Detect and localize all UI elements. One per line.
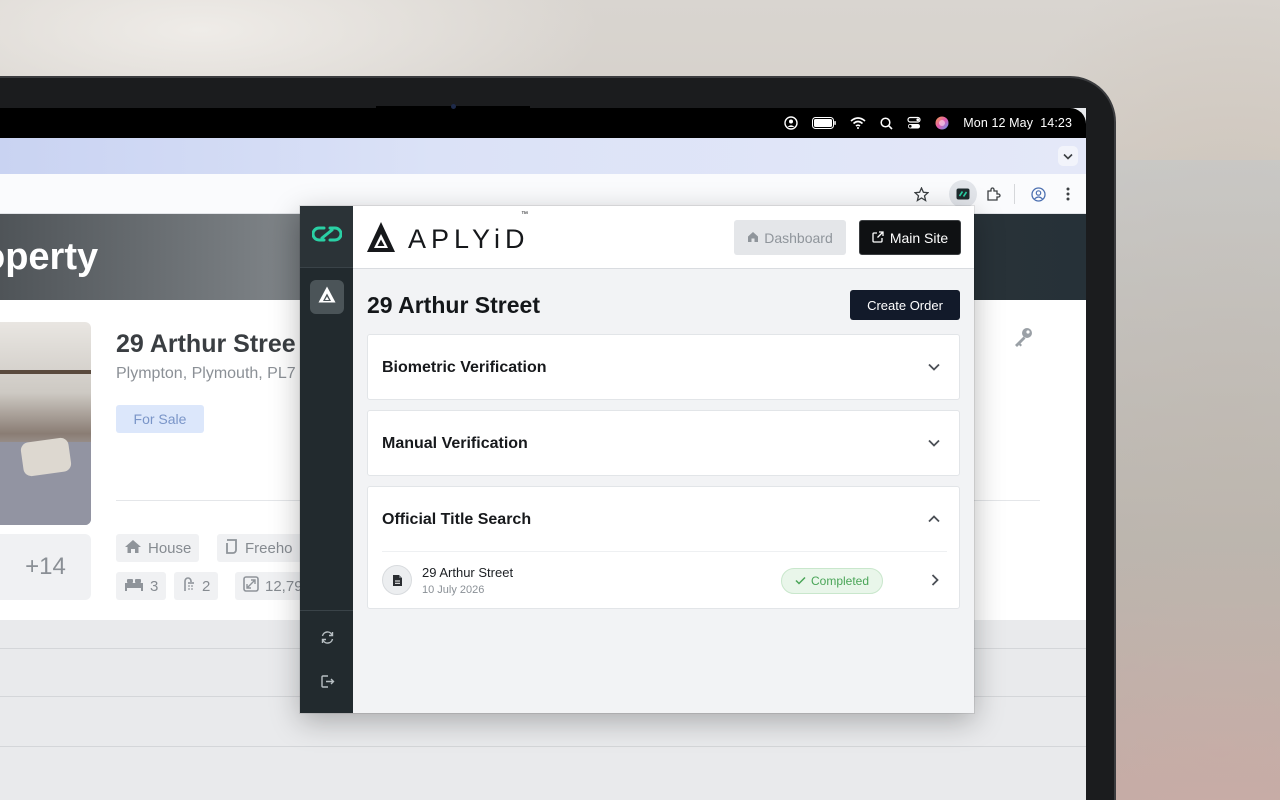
- site-property-title: 29 Arthur Stree: [116, 330, 296, 358]
- site-property-address: Plympton, Plymouth, PL7: [116, 365, 296, 382]
- chevron-down-icon: [927, 436, 941, 450]
- camera-notch: [376, 106, 530, 134]
- status-label: Completed: [810, 574, 870, 588]
- siri-icon[interactable]: [935, 116, 949, 130]
- more-menu-icon[interactable]: [1058, 184, 1078, 204]
- scroll-document-icon: [225, 538, 239, 558]
- chip-area-label: 12,79: [265, 577, 303, 595]
- main-site-button[interactable]: Main Site: [859, 220, 961, 255]
- shower-icon: [182, 576, 196, 596]
- for-sale-badge: For Sale: [116, 405, 204, 433]
- rail-logout-button[interactable]: [310, 667, 344, 701]
- create-order-button[interactable]: Create Order: [850, 290, 960, 320]
- logo-trademark: ™: [521, 211, 528, 218]
- tab-search-menu[interactable]: [1058, 146, 1078, 166]
- section-biometric-verification[interactable]: Biometric Verification: [367, 334, 960, 400]
- rail-divider: [300, 610, 353, 611]
- section-title: Manual Verification: [382, 435, 528, 452]
- rail-home-button[interactable]: [310, 280, 344, 314]
- section-official-title-search: Official Title Search 29 Arthur Street 1…: [367, 486, 960, 609]
- toolbar-divider: [1014, 184, 1015, 204]
- section-title[interactable]: Official Title Search: [382, 511, 531, 529]
- home-icon: [747, 230, 759, 246]
- dashboard-button[interactable]: Dashboard: [734, 220, 846, 255]
- list-item-date: 10 July 2026: [422, 584, 485, 596]
- camera-dot: [451, 104, 456, 109]
- chevron-down-icon: [927, 360, 941, 374]
- menubar-clock[interactable]: Mon 12 May 14:23: [963, 116, 1072, 130]
- chip-bathrooms: 2: [174, 572, 219, 600]
- chip-tenure: Freeho: [217, 534, 301, 562]
- more-photos-button[interactable]: +14: [0, 534, 91, 600]
- chip-area: 12,79: [235, 572, 303, 600]
- wifi-icon[interactable]: [850, 117, 866, 129]
- extensions-puzzle-icon[interactable]: [983, 184, 1003, 204]
- popup-main-panel: APLYiD ™ Dashboard Main Site 29 Arthur S…: [353, 206, 974, 713]
- popup-side-rail: [300, 206, 353, 713]
- aplyid-extension-icon[interactable]: [949, 180, 977, 208]
- main-site-button-label: Main Site: [889, 229, 949, 246]
- status-badge-completed: Completed: [781, 568, 883, 594]
- bookmark-star-icon[interactable]: [911, 184, 931, 204]
- aplyid-triangle-icon: [318, 286, 336, 308]
- chip-house: House: [116, 534, 200, 562]
- popup-header: APLYiD ™ Dashboard Main Site: [353, 206, 974, 269]
- site-banner-title: operty: [0, 236, 99, 278]
- aplyid-logo-text: APLYiD: [408, 224, 530, 254]
- list-item-title: 29 Arthur Street: [422, 565, 514, 580]
- logout-icon: [320, 674, 335, 694]
- aplyid-link-logo-icon: [311, 224, 342, 249]
- chevron-up-icon[interactable]: [927, 512, 941, 526]
- key-icon[interactable]: [1012, 326, 1034, 353]
- chip-tenure-label: Freeho: [245, 539, 293, 557]
- popup-property-title: 29 Arthur Street: [367, 292, 540, 318]
- aplyid-logo-mark-icon: [366, 221, 396, 258]
- aplyid-extension-popup: APLYiD ™ Dashboard Main Site 29 Arthur S…: [300, 206, 974, 713]
- property-photo[interactable]: [0, 322, 91, 525]
- chip-bedrooms: 3: [116, 572, 167, 600]
- mac-menubar: Mon 12 May 14:23: [530, 110, 1086, 136]
- profile-icon[interactable]: [1028, 184, 1048, 204]
- blurred-background-shape: [1110, 160, 1280, 800]
- house-icon: [124, 539, 142, 558]
- control-center-icon[interactable]: [907, 116, 921, 130]
- menubar-time: 14:23: [1040, 116, 1072, 130]
- section-manual-verification[interactable]: Manual Verification: [367, 410, 960, 476]
- aplyid-logo: APLYiD: [366, 221, 530, 258]
- rail-refresh-button[interactable]: [310, 623, 344, 657]
- chevron-right-icon[interactable]: [928, 573, 942, 587]
- document-icon: [382, 565, 412, 595]
- browser-tab-strip: [0, 138, 1086, 174]
- section-title: Biometric Verification: [382, 359, 547, 376]
- chip-bathrooms-label: 2: [202, 577, 211, 595]
- refresh-icon: [320, 630, 335, 650]
- battery-icon[interactable]: [812, 117, 837, 129]
- chip-house-label: House: [148, 539, 192, 557]
- chevron-down-icon: [1063, 147, 1073, 165]
- check-icon: [795, 574, 806, 588]
- user-icon[interactable]: [784, 116, 798, 130]
- spotlight-search-icon[interactable]: [880, 116, 893, 130]
- external-link-icon: [872, 230, 884, 246]
- bed-icon: [124, 577, 144, 595]
- dashboard-button-label: Dashboard: [764, 229, 833, 246]
- floor-area-icon: [243, 576, 259, 596]
- menubar-date: Mon 12 May: [963, 116, 1034, 130]
- section-divider: [382, 551, 947, 552]
- chip-bedrooms-label: 3: [150, 577, 159, 595]
- rail-brand: [300, 206, 353, 268]
